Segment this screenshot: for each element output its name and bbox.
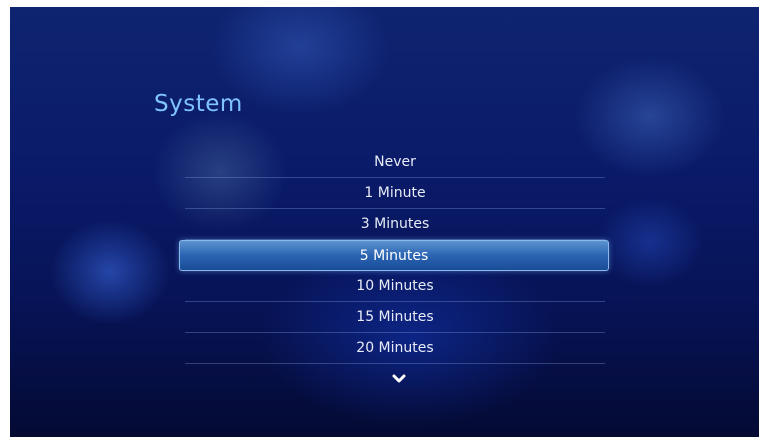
option-5-minutes-selected[interactable]: 5 Minutes — [179, 240, 609, 271]
option-never[interactable]: Never — [185, 147, 605, 178]
option-15-minutes[interactable]: 15 Minutes — [185, 302, 605, 333]
option-1-minute[interactable]: 1 Minute — [185, 178, 605, 209]
timeout-options-list: Never 1 Minute 3 Minutes 5 Minutes 10 Mi… — [179, 147, 609, 364]
option-20-minutes[interactable]: 20 Minutes — [185, 333, 605, 364]
option-3-minutes[interactable]: 3 Minutes — [185, 209, 605, 240]
page-title: System — [154, 91, 243, 117]
chevron-down-icon[interactable] — [392, 373, 406, 385]
tv-screen: System Never 1 Minute 3 Minutes 5 Minute… — [10, 7, 759, 437]
option-10-minutes[interactable]: 10 Minutes — [185, 271, 605, 302]
